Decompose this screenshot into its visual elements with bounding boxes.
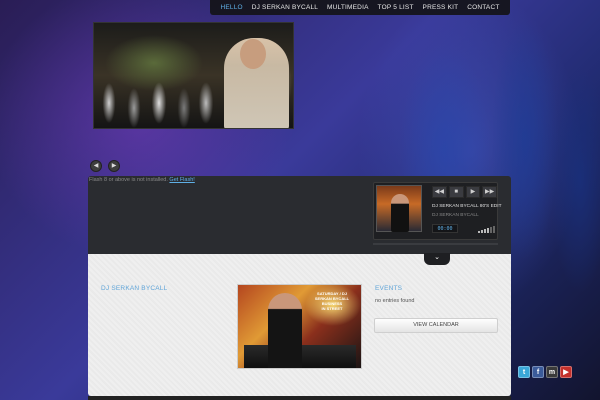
thumbnail-figure bbox=[391, 194, 409, 232]
flash-notice: Flash 8 or above is not installed. Get F… bbox=[89, 177, 195, 183]
nav-item-top-5-list[interactable]: TOP 5 LIST bbox=[378, 4, 414, 11]
play-button[interactable]: ▶ bbox=[465, 186, 481, 198]
section-title-events: EVENTS bbox=[375, 285, 403, 292]
fast-forward-button[interactable]: ▶▶ bbox=[482, 186, 497, 198]
youtube-icon[interactable]: ▶ bbox=[560, 366, 572, 378]
volume-bar bbox=[481, 230, 483, 233]
track-title: DJ SERKAN BYCALL 80'S EDIT bbox=[432, 204, 502, 209]
rewind-button[interactable]: ◀◀ bbox=[432, 186, 447, 198]
get-flash-link[interactable]: Get Flash! bbox=[169, 177, 194, 183]
stop-icon: ■ bbox=[454, 189, 458, 195]
volume-bar bbox=[493, 226, 495, 233]
top-nav: HELLO DJ SERKAN BYCALL MULTIMEDIA TOP 5 … bbox=[210, 0, 510, 15]
nav-item-dj-serkan-bycall[interactable]: DJ SERKAN BYCALL bbox=[252, 4, 318, 11]
nav-item-press-kit[interactable]: PRESS KIT bbox=[423, 4, 459, 11]
social-links: t f m ▶ bbox=[518, 366, 572, 378]
track-thumbnail bbox=[376, 185, 422, 232]
toggle-panel-button[interactable]: ⌄ bbox=[424, 253, 450, 265]
play-icon: ▶ bbox=[470, 189, 476, 195]
facebook-icon[interactable]: f bbox=[532, 366, 544, 378]
poster-figure bbox=[268, 293, 302, 368]
nav-item-hello[interactable]: HELLO bbox=[220, 4, 242, 11]
track-artist: DJ SERKAN BYCALL bbox=[432, 213, 479, 218]
nav-item-contact[interactable]: CONTACT bbox=[467, 4, 499, 11]
chevron-left-icon: ◀ bbox=[93, 163, 99, 169]
player-progress-bar[interactable] bbox=[373, 243, 498, 245]
section-title-dj: DJ SERKAN BYCALL bbox=[101, 285, 168, 292]
slider-next-button[interactable]: ▶ bbox=[108, 160, 120, 172]
chevron-right-icon: ▶ bbox=[111, 163, 117, 169]
slider-prev-button[interactable]: ◀ bbox=[90, 160, 102, 172]
fast-forward-icon: ▶▶ bbox=[485, 189, 495, 195]
view-calendar-button[interactable]: VIEW CALENDAR bbox=[374, 318, 498, 333]
player-controls: ◀◀ ■ ▶ ▶▶ bbox=[432, 186, 497, 198]
volume-bar bbox=[490, 227, 492, 233]
nav-item-multimedia[interactable]: MULTIMEDIA bbox=[327, 4, 369, 11]
rewind-icon: ◀◀ bbox=[434, 189, 444, 195]
time-display: 00:00 bbox=[432, 224, 458, 233]
volume-control[interactable] bbox=[478, 225, 496, 233]
event-poster[interactable]: SATURDAY / DJ SERKAN BYCALL BUSINESS IN … bbox=[237, 284, 362, 369]
featured-photo bbox=[93, 22, 294, 129]
twitter-icon[interactable]: t bbox=[518, 366, 530, 378]
photo-crowd bbox=[94, 63, 224, 128]
volume-bar bbox=[478, 231, 480, 233]
myspace-icon[interactable]: m bbox=[546, 366, 558, 378]
poster-text: SATURDAY / DJ SERKAN BYCALL BUSINESS IN … bbox=[314, 291, 350, 311]
photo-dj-head bbox=[240, 39, 266, 69]
chevron-down-icon: ⌄ bbox=[434, 254, 440, 261]
stop-button[interactable]: ■ bbox=[448, 186, 464, 198]
events-empty-message: no entries found bbox=[375, 298, 415, 304]
footer-bar bbox=[88, 396, 511, 400]
volume-bar bbox=[484, 229, 486, 233]
volume-bar bbox=[487, 228, 489, 233]
flash-message: Flash 8 or above is not installed. bbox=[89, 177, 168, 183]
